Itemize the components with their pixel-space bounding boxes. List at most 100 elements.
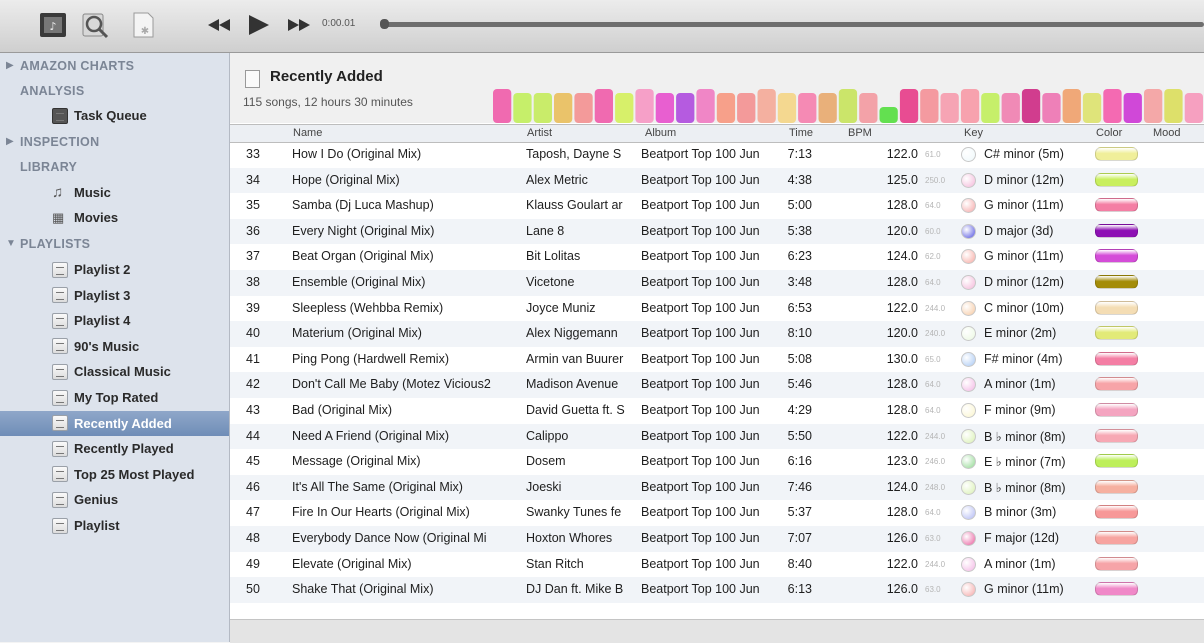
fast-forward-icon[interactable]: [286, 13, 312, 37]
sidebar-section-amazon-charts[interactable]: ▶ AMAZON CHARTS: [0, 53, 229, 78]
sidebar-item-task-queue[interactable]: Task Queue: [0, 103, 229, 128]
track-time: 6:23: [787, 249, 812, 264]
sidebar-item-playlist[interactable]: Playlist 2: [0, 257, 229, 282]
track-color-swatch[interactable]: [1095, 530, 1138, 545]
rewind-icon[interactable]: [206, 13, 232, 37]
playback-scrubber[interactable]: [380, 19, 389, 29]
play-icon[interactable]: [245, 13, 271, 37]
track-color-swatch[interactable]: [1095, 402, 1138, 417]
track-time: 5:37: [787, 505, 812, 520]
table-row[interactable]: 48 Everybody Dance Now (Original Mi Hoxton…: [230, 525, 1204, 552]
sidebar-item-playlist[interactable]: Playlist: [0, 513, 229, 538]
track-bpm: 128.0: [886, 198, 918, 213]
track-color-swatch[interactable]: [1095, 377, 1138, 392]
sidebar-item-music[interactable]: ♫ Music: [0, 180, 229, 205]
column-header-time[interactable]: Time: [789, 127, 813, 139]
track-number: 50: [246, 582, 260, 597]
sidebar-item-movies[interactable]: ▦ Movies: [0, 205, 229, 230]
table-row[interactable]: 50 Shake That (Original Mix) DJ Dan ft. Mi…: [230, 577, 1204, 603]
track-key: F minor (9m): [984, 402, 1056, 417]
key-color-dot-icon: [961, 556, 976, 572]
color-strip-segment: [1123, 93, 1142, 123]
table-row[interactable]: 37 Beat Organ (Original Mix) Bit Lolitas Be…: [230, 244, 1204, 270]
column-header-artist[interactable]: Artist: [527, 127, 552, 139]
track-color-swatch[interactable]: [1095, 582, 1138, 597]
track-color-swatch[interactable]: [1095, 147, 1138, 161]
table-row[interactable]: 43 Bad (Original Mix) David Guetta ft. S Be…: [230, 398, 1204, 424]
track-artist: Lane 8: [526, 223, 565, 238]
inspect-icon[interactable]: [80, 10, 110, 40]
sidebar-item-playlist[interactable]: Genius: [0, 487, 229, 512]
table-row[interactable]: 40 Materium (Original Mix) Alex Niggemann B…: [230, 321, 1204, 347]
table-row[interactable]: 36 Every Night (Original Mix) Lane 8 Beatpo…: [230, 218, 1204, 245]
sidebar-item-playlist[interactable]: 90's Music: [0, 334, 229, 359]
sidebar-section-inspection[interactable]: ▶ INSPECTION: [0, 129, 229, 154]
track-bpm: 128.0: [886, 274, 918, 289]
key-color-dot-icon: [961, 300, 976, 316]
table-row[interactable]: 35 Samba (Dj Luca Mashup) Klauss Goulart a…: [230, 193, 1204, 219]
new-playlist-icon[interactable]: ✱: [128, 10, 158, 40]
column-header-color[interactable]: Color: [1096, 127, 1122, 139]
sidebar-item-playlist[interactable]: Recently Added: [0, 410, 229, 436]
track-name: Elevate (Original Mix): [292, 556, 412, 571]
table-row[interactable]: 34 Hope (Original Mix) Alex Metric Beatport…: [230, 167, 1204, 194]
track-color-swatch[interactable]: [1095, 172, 1138, 187]
track-album: Beatport Top 100 Jun: [641, 326, 760, 341]
track-color-swatch[interactable]: [1095, 351, 1138, 366]
track-color-swatch[interactable]: [1095, 505, 1138, 520]
column-header-bpm[interactable]: BPM: [848, 127, 872, 139]
sidebar-item-playlist[interactable]: Playlist 4: [0, 308, 229, 333]
table-row[interactable]: 49 Elevate (Original Mix) Stan Ritch Beatpo…: [230, 552, 1204, 578]
playback-progress-bar[interactable]: [381, 22, 1204, 27]
table-row[interactable]: 41 Ping Pong (Hardwell Remix) Armin van Bu…: [230, 347, 1204, 373]
sidebar-item-playlist[interactable]: My Top Rated: [0, 385, 229, 410]
track-bpm: 120.0: [886, 223, 918, 238]
color-strip-svg: [493, 89, 1203, 123]
sidebar-item-playlist[interactable]: Classical Music: [0, 359, 229, 384]
track-color-swatch[interactable]: [1095, 223, 1138, 238]
disclosure-triangle-icon[interactable]: ▶: [6, 60, 20, 71]
table-row[interactable]: 39 Sleepless (Wehbba Remix) Joyce Muniz Bea…: [230, 296, 1204, 322]
key-color-dot-icon: [961, 402, 976, 418]
column-header-key[interactable]: Key: [964, 127, 983, 139]
table-row[interactable]: 47 Fire In Our Hearts (Original Mix) Swank…: [230, 500, 1204, 526]
color-strip-segment: [554, 93, 573, 123]
column-header-mood[interactable]: Mood: [1153, 127, 1181, 139]
track-album: Beatport Top 100 Jun: [641, 274, 760, 289]
track-name: Shake That (Original Mix): [292, 582, 434, 597]
sidebar-item-playlist[interactable]: Playlist 3: [0, 283, 229, 308]
track-secondary-value: 244.0: [925, 559, 946, 569]
color-strip-segment: [1021, 89, 1041, 123]
table-row[interactable]: 45 Message (Original Mix) Dosem Beatport To…: [230, 449, 1204, 475]
track-bpm: 128.0: [886, 402, 918, 417]
track-name: Materium (Original Mix): [292, 326, 422, 341]
track-number: 37: [246, 249, 260, 264]
track-color-swatch[interactable]: [1095, 479, 1138, 494]
sidebar-item-playlist[interactable]: Recently Played: [0, 436, 229, 461]
track-album: Beatport Top 100 Jun: [641, 402, 760, 417]
table-row[interactable]: 44 Need A Friend (Original Mix) Calippo Bea…: [230, 423, 1204, 450]
track-color-swatch[interactable]: [1095, 300, 1138, 315]
table-row[interactable]: 33 How I Do (Original Mix) Taposh, Dayne S…: [230, 142, 1204, 168]
table-row[interactable]: 42 Don't Call Me Baby (Motez Vicious2 Madi…: [230, 372, 1204, 398]
track-color-swatch[interactable]: [1095, 454, 1138, 469]
track-color-swatch[interactable]: [1095, 198, 1138, 213]
sidebar-section-playlists[interactable]: ▼ PLAYLISTS: [0, 231, 229, 256]
disclosure-triangle-icon[interactable]: ▼: [6, 238, 20, 249]
track-color-swatch[interactable]: [1095, 249, 1138, 264]
disclosure-triangle-icon[interactable]: ▶: [6, 136, 20, 147]
table-row[interactable]: 46 It's All The Same (Original Mix) Joeski…: [230, 474, 1204, 501]
track-color-swatch[interactable]: [1095, 326, 1138, 341]
track-time: 7:07: [787, 530, 812, 545]
table-row[interactable]: 38 Ensemble (Original Mix) Vicetone Beatpor…: [230, 269, 1204, 296]
track-color-swatch[interactable]: [1095, 428, 1138, 443]
track-color-swatch[interactable]: [1095, 274, 1138, 289]
column-header-name[interactable]: Name: [293, 127, 322, 139]
track-color-swatch[interactable]: [1095, 556, 1138, 571]
column-header-album[interactable]: Album: [645, 127, 676, 139]
itunes-import-icon[interactable]: ♪: [38, 10, 68, 40]
track-artist: Taposh, Dayne S: [526, 147, 622, 161]
color-strip-segment: [798, 93, 817, 123]
track-bpm: 120.0: [886, 326, 918, 341]
sidebar-item-playlist[interactable]: Top 25 Most Played: [0, 462, 229, 487]
